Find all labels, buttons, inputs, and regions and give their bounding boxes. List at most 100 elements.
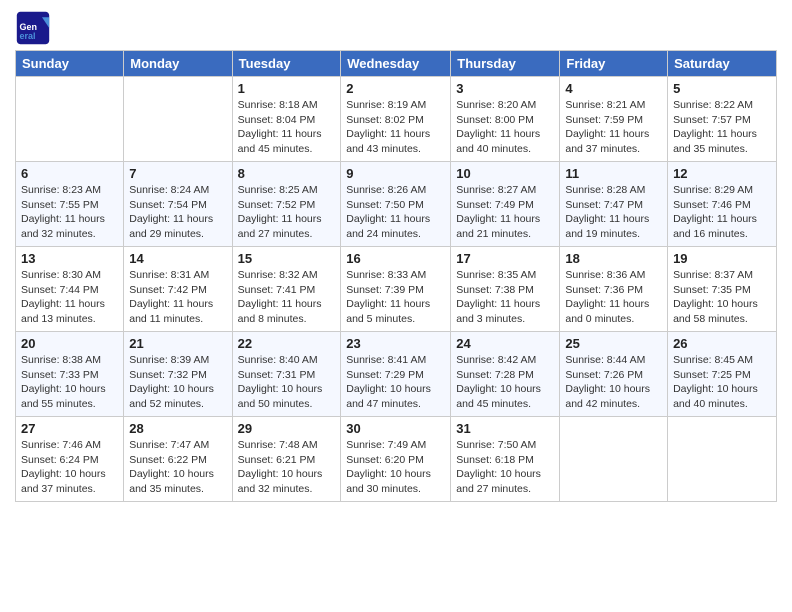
day-info: Sunrise: 8:40 AMSunset: 7:31 PMDaylight:…: [238, 353, 336, 412]
day-info: Sunrise: 8:36 AMSunset: 7:36 PMDaylight:…: [565, 268, 662, 327]
day-info: Sunrise: 7:49 AMSunset: 6:20 PMDaylight:…: [346, 438, 445, 497]
calendar-cell: 29Sunrise: 7:48 AMSunset: 6:21 PMDayligh…: [232, 417, 341, 502]
logo-icon: Gen eral: [15, 10, 51, 46]
day-number: 12: [673, 166, 771, 181]
calendar-cell: [668, 417, 777, 502]
day-number: 3: [456, 81, 554, 96]
svg-text:eral: eral: [20, 31, 36, 41]
calendar-cell: 15 Sunrise: 8:32 AMSunset: 7:41 PMDayligh…: [232, 247, 341, 332]
day-number: 5: [673, 81, 771, 96]
calendar-cell: 26Sunrise: 8:45 AMSunset: 7:25 PMDayligh…: [668, 332, 777, 417]
day-info: Sunrise: 8:18 AMSunset: 8:04 PMDaylight:…: [238, 98, 336, 157]
calendar-cell: 10 Sunrise: 8:27 AMSunset: 7:49 PMDayligh…: [451, 162, 560, 247]
calendar-cell: 6 Sunrise: 8:23 AMSunset: 7:55 PMDaylight…: [16, 162, 124, 247]
day-number: 22: [238, 336, 336, 351]
day-of-week-header: Thursday: [451, 51, 560, 77]
calendar-cell: 2Sunrise: 8:19 AMSunset: 8:02 PMDaylight…: [341, 77, 451, 162]
logo: Gen eral: [15, 10, 53, 46]
day-info: Sunrise: 8:28 AMSunset: 7:47 PMDaylight:…: [565, 183, 662, 242]
calendar-cell: 16Sunrise: 8:33 AMSunset: 7:39 PMDayligh…: [341, 247, 451, 332]
day-number: 30: [346, 421, 445, 436]
day-of-week-header: Wednesday: [341, 51, 451, 77]
day-number: 14: [129, 251, 226, 266]
day-info: Sunrise: 8:45 AMSunset: 7:25 PMDaylight:…: [673, 353, 771, 412]
day-number: 17: [456, 251, 554, 266]
calendar-header-row: SundayMondayTuesdayWednesdayThursdayFrid…: [16, 51, 777, 77]
day-of-week-header: Friday: [560, 51, 668, 77]
day-number: 8: [238, 166, 336, 181]
day-number: 1: [238, 81, 336, 96]
day-of-week-header: Sunday: [16, 51, 124, 77]
day-info: Sunrise: 8:39 AMSunset: 7:32 PMDaylight:…: [129, 353, 226, 412]
day-number: 18: [565, 251, 662, 266]
calendar-cell: 21 Sunrise: 8:39 AMSunset: 7:32 PMDayligh…: [124, 332, 232, 417]
day-info: Sunrise: 8:22 AMSunset: 7:57 PMDaylight:…: [673, 98, 771, 157]
calendar-cell: 3 Sunrise: 8:20 AMSunset: 8:00 PMDaylight…: [451, 77, 560, 162]
day-info: Sunrise: 8:20 AMSunset: 8:00 PMDaylight:…: [456, 98, 554, 157]
day-of-week-header: Monday: [124, 51, 232, 77]
day-info: Sunrise: 8:27 AMSunset: 7:49 PMDaylight:…: [456, 183, 554, 242]
day-number: 20: [21, 336, 118, 351]
day-info: Sunrise: 8:24 AMSunset: 7:54 PMDaylight:…: [129, 183, 226, 242]
day-info: Sunrise: 8:32 AMSunset: 7:41 PMDaylight:…: [238, 268, 336, 327]
calendar-cell: 7 Sunrise: 8:24 AMSunset: 7:54 PMDaylight…: [124, 162, 232, 247]
calendar-cell: 12 Sunrise: 8:29 AMSunset: 7:46 PMDayligh…: [668, 162, 777, 247]
calendar-week-row: 27 Sunrise: 7:46 AMSunset: 6:24 PMDayligh…: [16, 417, 777, 502]
calendar-cell: 11Sunrise: 8:28 AMSunset: 7:47 PMDayligh…: [560, 162, 668, 247]
day-number: 28: [129, 421, 226, 436]
day-number: 7: [129, 166, 226, 181]
day-info: Sunrise: 7:46 AMSunset: 6:24 PMDaylight:…: [21, 438, 118, 497]
calendar-cell: 23 Sunrise: 8:41 AMSunset: 7:29 PMDayligh…: [341, 332, 451, 417]
calendar-cell: 4Sunrise: 8:21 AMSunset: 7:59 PMDaylight…: [560, 77, 668, 162]
page-header: Gen eral: [15, 10, 777, 46]
day-info: Sunrise: 7:48 AMSunset: 6:21 PMDaylight:…: [238, 438, 336, 497]
day-number: 21: [129, 336, 226, 351]
day-info: Sunrise: 8:29 AMSunset: 7:46 PMDaylight:…: [673, 183, 771, 242]
calendar-cell: 31Sunrise: 7:50 AMSunset: 6:18 PMDayligh…: [451, 417, 560, 502]
day-info: Sunrise: 8:30 AMSunset: 7:44 PMDaylight:…: [21, 268, 118, 327]
calendar-cell: 20 Sunrise: 8:38 AMSunset: 7:33 PMDayligh…: [16, 332, 124, 417]
day-info: Sunrise: 8:35 AMSunset: 7:38 PMDaylight:…: [456, 268, 554, 327]
day-number: 25: [565, 336, 662, 351]
calendar-week-row: 20 Sunrise: 8:38 AMSunset: 7:33 PMDayligh…: [16, 332, 777, 417]
calendar-week-row: 6 Sunrise: 8:23 AMSunset: 7:55 PMDaylight…: [16, 162, 777, 247]
day-info: Sunrise: 8:41 AMSunset: 7:29 PMDaylight:…: [346, 353, 445, 412]
day-number: 15: [238, 251, 336, 266]
day-info: Sunrise: 8:25 AMSunset: 7:52 PMDaylight:…: [238, 183, 336, 242]
day-number: 2: [346, 81, 445, 96]
day-number: 24: [456, 336, 554, 351]
calendar-cell: 24 Sunrise: 8:42 AMSunset: 7:28 PMDayligh…: [451, 332, 560, 417]
day-number: 27: [21, 421, 118, 436]
day-info: Sunrise: 8:38 AMSunset: 7:33 PMDaylight:…: [21, 353, 118, 412]
calendar-cell: 8 Sunrise: 8:25 AMSunset: 7:52 PMDaylight…: [232, 162, 341, 247]
calendar-cell: 1 Sunrise: 8:18 AMSunset: 8:04 PMDaylight…: [232, 77, 341, 162]
day-number: 10: [456, 166, 554, 181]
calendar-cell: 25Sunrise: 8:44 AMSunset: 7:26 PMDayligh…: [560, 332, 668, 417]
day-info: Sunrise: 8:42 AMSunset: 7:28 PMDaylight:…: [456, 353, 554, 412]
day-info: Sunrise: 7:47 AMSunset: 6:22 PMDaylight:…: [129, 438, 226, 497]
day-info: Sunrise: 8:23 AMSunset: 7:55 PMDaylight:…: [21, 183, 118, 242]
day-info: Sunrise: 8:31 AMSunset: 7:42 PMDaylight:…: [129, 268, 226, 327]
calendar-cell: 30 Sunrise: 7:49 AMSunset: 6:20 PMDayligh…: [341, 417, 451, 502]
calendar-week-row: 1 Sunrise: 8:18 AMSunset: 8:04 PMDaylight…: [16, 77, 777, 162]
calendar-cell: 5 Sunrise: 8:22 AMSunset: 7:57 PMDaylight…: [668, 77, 777, 162]
day-info: Sunrise: 7:50 AMSunset: 6:18 PMDaylight:…: [456, 438, 554, 497]
calendar-cell: [16, 77, 124, 162]
calendar-cell: 13Sunrise: 8:30 AMSunset: 7:44 PMDayligh…: [16, 247, 124, 332]
calendar-cell: 17 Sunrise: 8:35 AMSunset: 7:38 PMDayligh…: [451, 247, 560, 332]
calendar-cell: 28 Sunrise: 7:47 AMSunset: 6:22 PMDayligh…: [124, 417, 232, 502]
day-number: 16: [346, 251, 445, 266]
calendar-week-row: 13Sunrise: 8:30 AMSunset: 7:44 PMDayligh…: [16, 247, 777, 332]
calendar-cell: [124, 77, 232, 162]
calendar-table: SundayMondayTuesdayWednesdayThursdayFrid…: [15, 50, 777, 502]
day-of-week-header: Tuesday: [232, 51, 341, 77]
day-number: 23: [346, 336, 445, 351]
day-number: 19: [673, 251, 771, 266]
calendar-cell: 22 Sunrise: 8:40 AMSunset: 7:31 PMDayligh…: [232, 332, 341, 417]
day-of-week-header: Saturday: [668, 51, 777, 77]
day-info: Sunrise: 8:21 AMSunset: 7:59 PMDaylight:…: [565, 98, 662, 157]
calendar-cell: 19Sunrise: 8:37 AMSunset: 7:35 PMDayligh…: [668, 247, 777, 332]
calendar-cell: 18 Sunrise: 8:36 AMSunset: 7:36 PMDayligh…: [560, 247, 668, 332]
day-number: 6: [21, 166, 118, 181]
calendar-cell: 27 Sunrise: 7:46 AMSunset: 6:24 PMDayligh…: [16, 417, 124, 502]
